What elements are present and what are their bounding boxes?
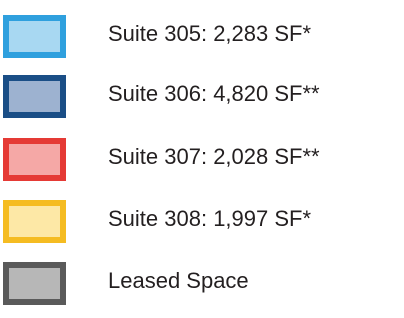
suite-306-swatch bbox=[3, 75, 66, 118]
legend-item-suite-307: Suite 307: 2,028 SF** bbox=[0, 138, 404, 194]
legend-item-suite-306: Suite 306: 4,820 SF** bbox=[0, 75, 404, 131]
suite-305-label: Suite 305: 2,283 SF* bbox=[108, 21, 312, 46]
leased-space-swatch bbox=[3, 262, 66, 305]
suite-307-swatch bbox=[3, 138, 66, 181]
suite-legend: Suite 305: 2,283 SF* Suite 306: 4,820 SF… bbox=[0, 0, 404, 316]
legend-item-suite-308: Suite 308: 1,997 SF* bbox=[0, 200, 404, 256]
suite-308-swatch bbox=[3, 200, 66, 243]
legend-item-suite-305: Suite 305: 2,283 SF* bbox=[0, 15, 404, 71]
suite-308-label: Suite 308: 1,997 SF* bbox=[108, 206, 312, 231]
suite-305-swatch bbox=[3, 15, 66, 58]
suite-307-label: Suite 307: 2,028 SF** bbox=[108, 144, 320, 169]
legend-item-leased-space: Leased Space bbox=[0, 262, 404, 318]
suite-306-label: Suite 306: 4,820 SF** bbox=[108, 81, 320, 106]
leased-space-label: Leased Space bbox=[108, 268, 249, 293]
